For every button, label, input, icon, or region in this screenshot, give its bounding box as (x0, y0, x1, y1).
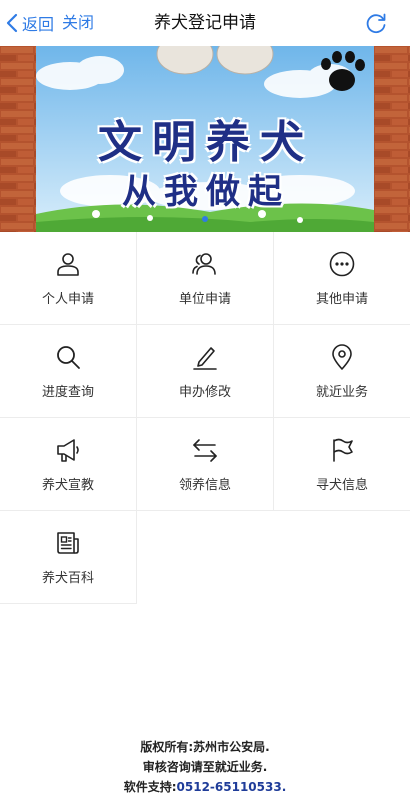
location-icon (332, 343, 352, 370)
chevron-left-icon (6, 13, 18, 33)
menu-item-lost-dog-info[interactable]: 寻犬信息 (274, 418, 410, 511)
menu-item-nearby-service[interactable]: 就近业务 (274, 325, 410, 418)
menu-item-label: 就近业务 (315, 384, 368, 400)
menu-item-other-application[interactable]: 其他申请 (274, 232, 410, 325)
menu-item-unit-application[interactable]: 单位申请 (137, 232, 274, 325)
menu-item-label: 单位申请 (178, 291, 231, 307)
banner-slogan-line1: 文明养犬 (98, 117, 314, 168)
more-icon (329, 251, 355, 276)
menu-item-dog-encyclopedia[interactable]: 养犬百科 (0, 511, 137, 604)
menu-item-label: 养犬宣教 (41, 477, 94, 493)
back-label: 返回 (22, 15, 55, 34)
footer-phone-link[interactable]: 0512-65110533. (177, 780, 287, 794)
navigation-bar: 返回 关闭 养犬登记申请 (0, 0, 410, 46)
news-icon (57, 531, 79, 554)
menu-item-application-edit[interactable]: 申办修改 (137, 325, 274, 418)
search-icon (57, 345, 80, 369)
menu-item-label: 寻犬信息 (315, 477, 368, 493)
footer-support-label: 软件支持: (123, 780, 177, 794)
carousel-indicator (0, 216, 410, 222)
transfer-icon (193, 438, 217, 462)
menu-item-label: 养犬百科 (41, 570, 94, 586)
menu-item-personal-application[interactable]: 个人申请 (0, 232, 137, 325)
grid-empty-cell (274, 511, 410, 604)
menu-item-progress-query[interactable]: 进度查询 (0, 325, 137, 418)
footer-support: 软件支持:0512-65110533. (0, 777, 410, 797)
carousel-dot-active[interactable] (202, 216, 208, 222)
back-button[interactable]: 返回 (6, 10, 54, 36)
footer-consult-note: 审核咨询请至就近业务. (142, 760, 268, 774)
grid-empty-cell (137, 511, 274, 604)
menu-item-label: 其他申请 (315, 291, 368, 307)
refresh-icon[interactable] (364, 11, 388, 35)
edit-icon (193, 346, 217, 370)
banner-carousel[interactable]: 文明养犬 从我做起 (0, 46, 410, 232)
footer: 版权所有:苏州市公安局. 审核咨询请至就近业务. 软件支持:0512-65110… (0, 737, 410, 797)
menu-item-label: 申办修改 (178, 384, 231, 400)
menu-item-label: 个人申请 (41, 291, 94, 307)
group-icon (192, 252, 216, 275)
menu-item-label: 领养信息 (178, 477, 231, 493)
footer-copyright: 版权所有:苏州市公安局. (140, 740, 270, 754)
banner-slogan-line2: 从我做起 (122, 172, 290, 212)
menu-item-label: 进度查询 (41, 384, 94, 400)
flag-icon (333, 438, 353, 462)
menu-item-adoption-info[interactable]: 领养信息 (137, 418, 274, 511)
service-menu-grid: 个人申请 单位申请 其他申请 进度查询 申办修改 就近业务 养犬宣教 领养信息 … (0, 232, 410, 604)
person-icon (57, 252, 79, 276)
menu-item-dog-education[interactable]: 养犬宣教 (0, 418, 137, 511)
megaphone-icon (57, 438, 79, 462)
close-button[interactable]: 关闭 (62, 10, 94, 36)
